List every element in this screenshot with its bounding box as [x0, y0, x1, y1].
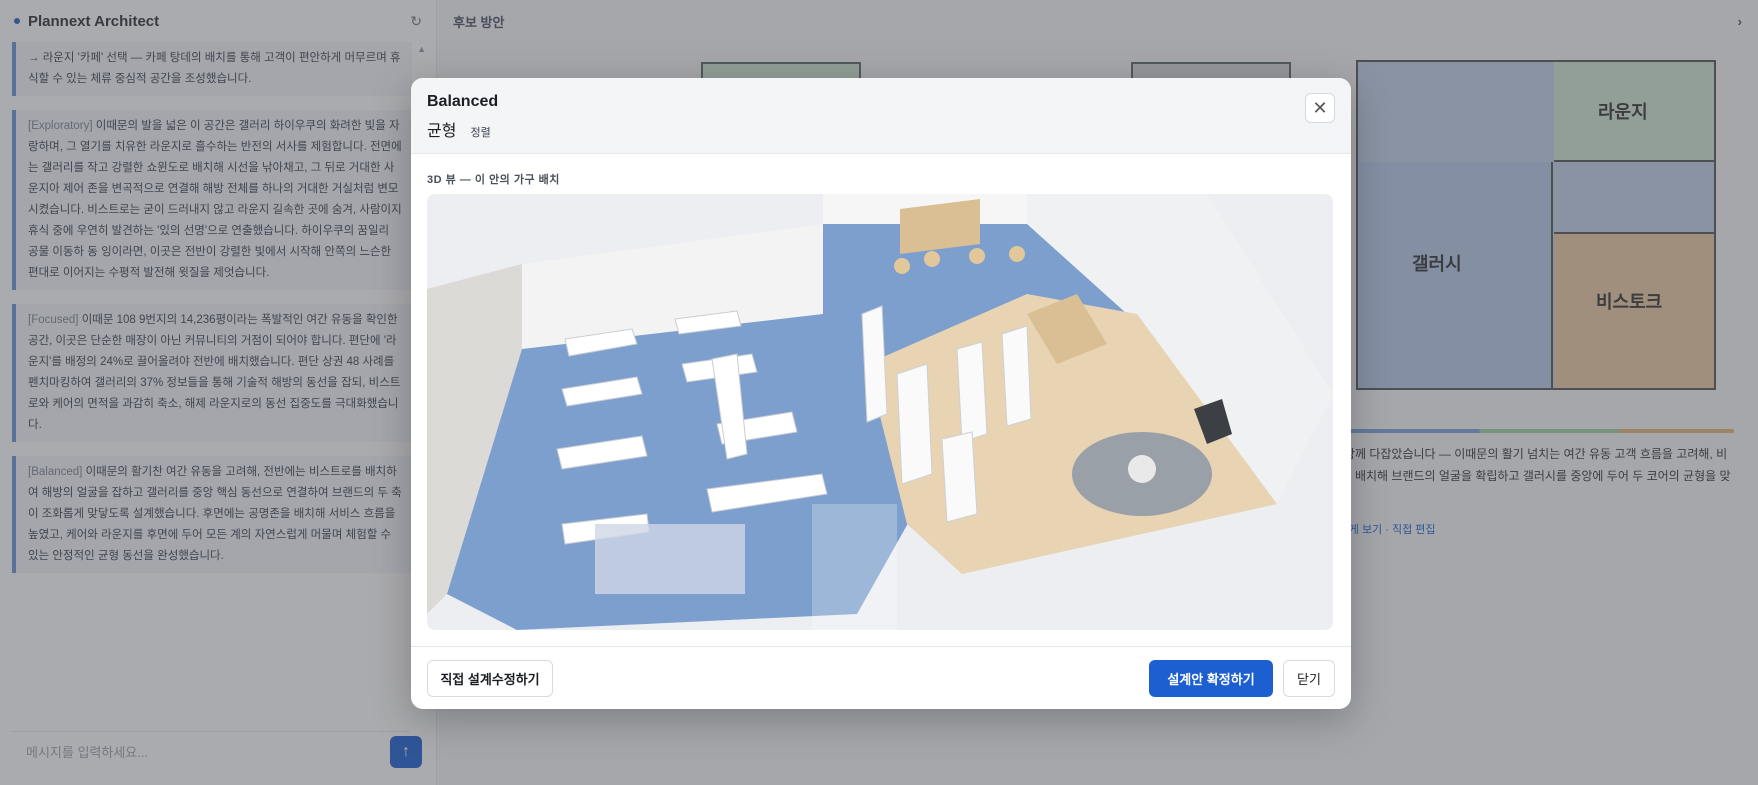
3d-view[interactable] [427, 194, 1333, 630]
view-section-label: 3D 뷰 — 이 안의 가구 배치 [427, 174, 560, 186]
modal-footer: 직접 설계수정하기 설계안 확정하기 닫기 [411, 646, 1351, 709]
glass-partition [812, 504, 897, 630]
close-button[interactable]: 닫기 [1283, 659, 1335, 697]
confirm-design-button[interactable]: 설계안 확정하기 [1149, 659, 1273, 697]
lounge-table [1128, 455, 1156, 483]
modal-header: Balanced 균형 정렬 ✕ [411, 78, 1351, 154]
modal-badge: 정렬 [470, 127, 491, 139]
edit-design-button[interactable]: 직접 설계수정하기 [427, 659, 553, 697]
3d-scene[interactable] [427, 194, 1333, 630]
modal-subtitle: 균형 [427, 123, 457, 140]
modal-subtitle-row: 균형 정렬 [427, 117, 1335, 141]
design-detail-modal: Balanced 균형 정렬 ✕ 3D 뷰 — 이 안의 가구 배치 직접 설계… [411, 78, 1351, 709]
close-icon[interactable]: ✕ [1305, 93, 1335, 123]
blurred-region [595, 524, 745, 594]
modal-title: Balanced [427, 93, 499, 110]
